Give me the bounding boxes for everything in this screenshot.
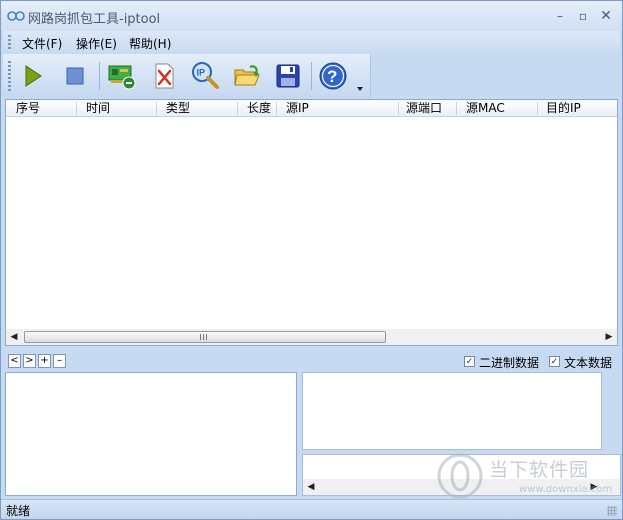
- watermark-name: 当下软件园: [489, 459, 590, 481]
- play-icon: [25, 65, 42, 87]
- toolbar-overflow-icon[interactable]: [356, 86, 364, 92]
- menu-bar: 文件(F) 操作(E) 帮助(H): [3, 31, 620, 53]
- save-button[interactable]: [272, 61, 304, 91]
- help-button[interactable]: ?: [317, 61, 349, 91]
- watermark-logo-icon: [437, 453, 483, 499]
- toolbar: IP ?: [3, 54, 371, 98]
- scrollbar-grip: [200, 334, 208, 340]
- watermark-url: www.downxia.com: [519, 484, 613, 495]
- column-header-source-ip[interactable]: 源IP: [286, 101, 309, 116]
- network-card-button[interactable]: [106, 61, 138, 91]
- packet-list-body[interactable]: [6, 117, 617, 329]
- delete-button[interactable]: [148, 61, 180, 91]
- title-bar: 网路岗抓包工具-iptool – ▫ ✕: [1, 1, 622, 31]
- binary-data-label[interactable]: 二进制数据: [479, 354, 539, 371]
- column-divider[interactable]: [398, 102, 399, 115]
- packet-tree-pane[interactable]: [5, 372, 297, 496]
- scroll-right-button[interactable]: ▶: [601, 329, 617, 345]
- column-header-type[interactable]: 类型: [166, 101, 190, 116]
- menu-help[interactable]: 帮助(H): [129, 35, 171, 52]
- text-data-label[interactable]: 文本数据: [564, 354, 612, 371]
- column-divider[interactable]: [76, 102, 77, 115]
- column-header-source-mac[interactable]: 源MAC: [466, 101, 505, 116]
- packet-list[interactable]: 序号 时间 类型 长度 源IP 源端口 源MAC 目的IP ◀ ▶: [5, 99, 618, 346]
- toolbar-separator: [99, 62, 100, 90]
- app-logo-icon: [7, 11, 25, 21]
- minimize-button[interactable]: –: [552, 8, 568, 24]
- packet-list-header: 序号 时间 类型 长度 源IP 源端口 源MAC 目的IP: [6, 100, 617, 117]
- next-packet-button[interactable]: >: [23, 354, 36, 368]
- scroll-left-button[interactable]: ◀: [6, 329, 22, 345]
- toolbar-separator: [311, 62, 312, 90]
- stop-capture-button[interactable]: [59, 61, 91, 91]
- status-bar: 就绪: [1, 499, 622, 519]
- column-divider[interactable]: [237, 102, 238, 115]
- menu-file[interactable]: 文件(F): [22, 35, 62, 52]
- column-divider[interactable]: [156, 102, 157, 115]
- packet-list-horizontal-scrollbar[interactable]: ◀ ▶: [6, 329, 617, 345]
- save-icon: [276, 64, 300, 88]
- collapse-button[interactable]: –: [53, 354, 66, 368]
- delete-icon: [155, 63, 174, 89]
- column-header-time[interactable]: 时间: [86, 101, 110, 116]
- open-folder-icon: [234, 65, 260, 86]
- previous-packet-button[interactable]: <: [8, 354, 21, 368]
- scrollbar-thumb[interactable]: [24, 331, 386, 343]
- resize-grip[interactable]: [607, 506, 617, 516]
- network-card-icon: [108, 65, 136, 90]
- ip-search-icon: IP: [192, 62, 219, 89]
- svg-text:IP: IP: [197, 68, 206, 78]
- column-divider[interactable]: [456, 102, 457, 115]
- app-window: 网路岗抓包工具-iptool – ▫ ✕ 文件(F) 操作(E) 帮助(H) I…: [0, 0, 623, 520]
- stop-icon: [66, 67, 84, 85]
- column-header-length[interactable]: 长度: [247, 101, 271, 116]
- text-data-checkbox[interactable]: ✓: [549, 356, 560, 367]
- binary-data-pane[interactable]: [302, 372, 602, 450]
- toolbar-grip[interactable]: [8, 61, 11, 91]
- open-file-button[interactable]: [231, 61, 263, 91]
- column-header-destination-ip[interactable]: 目的IP: [546, 101, 581, 116]
- column-divider[interactable]: [276, 102, 277, 115]
- help-icon: ?: [319, 62, 347, 90]
- scroll-left-button[interactable]: ◀: [303, 479, 319, 495]
- maximize-button[interactable]: ▫: [575, 8, 591, 24]
- menubar-grip[interactable]: [8, 35, 11, 49]
- binary-data-checkbox[interactable]: ✓: [464, 356, 475, 367]
- column-header-source-port[interactable]: 源端口: [406, 101, 442, 116]
- start-capture-button[interactable]: [17, 61, 49, 91]
- status-text: 就绪: [6, 504, 31, 518]
- expand-button[interactable]: +: [38, 354, 51, 368]
- column-divider[interactable]: [537, 102, 538, 115]
- column-header-index[interactable]: 序号: [16, 101, 40, 116]
- ip-search-button[interactable]: IP: [189, 61, 221, 91]
- menu-operation[interactable]: 操作(E): [76, 35, 117, 52]
- close-button[interactable]: ✕: [598, 8, 614, 24]
- window-title: 网路岗抓包工具-iptool: [28, 12, 161, 27]
- svg-text:?: ?: [327, 67, 337, 86]
- site-watermark: 当下软件园 www.downxia.com: [437, 453, 623, 501]
